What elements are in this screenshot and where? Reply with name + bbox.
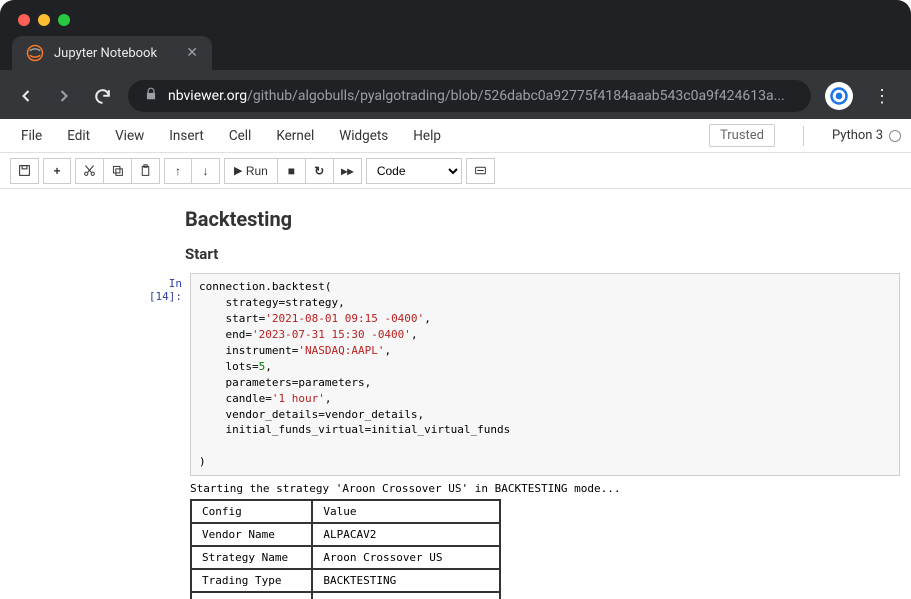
jupyter-icon xyxy=(26,44,44,62)
menu-edit[interactable]: Edit xyxy=(56,124,101,148)
code-cell[interactable]: In [14]: connection.backtest( strategy=s… xyxy=(130,273,900,476)
menu-widgets[interactable]: Widgets xyxy=(328,124,399,148)
notebook-content: Backtesting Start In [14]: connection.ba… xyxy=(0,189,911,599)
traffic-lights xyxy=(0,0,911,26)
window-minimize-button[interactable] xyxy=(38,14,50,26)
browser-menu-button[interactable]: ⋮ xyxy=(867,86,897,107)
profile-avatar[interactable] xyxy=(825,82,853,110)
run-button[interactable]: ▶ Run xyxy=(224,158,278,184)
section-heading: Backtesting xyxy=(185,207,900,231)
table-row: Trading TypeBACKTESTING xyxy=(191,569,500,592)
address-bar: nbviewer.org/github/algobulls/pyalgotrad… xyxy=(0,70,911,122)
section-subheading: Start xyxy=(185,245,900,263)
save-button[interactable] xyxy=(10,158,39,184)
nav-back-button[interactable] xyxy=(14,84,38,108)
table-row: Strategy NameAroon Crossover US xyxy=(191,546,500,569)
menu-view[interactable]: View xyxy=(104,124,155,148)
kernel-indicator-icon xyxy=(889,130,901,142)
stop-button[interactable]: ■ xyxy=(278,158,306,184)
divider xyxy=(803,126,804,146)
nav-reload-button[interactable] xyxy=(90,84,114,108)
input-prompt: In [14]: xyxy=(130,273,190,476)
move-down-button[interactable]: ↓ xyxy=(192,158,220,184)
table-row: Vendor NameALPACAV2 xyxy=(191,523,500,546)
window-maximize-button[interactable] xyxy=(58,14,70,26)
nav-forward-button[interactable] xyxy=(52,84,76,108)
window-close-button[interactable] xyxy=(18,14,30,26)
menu-cell[interactable]: Cell xyxy=(218,124,263,148)
copy-button[interactable] xyxy=(104,158,132,184)
menu-insert[interactable]: Insert xyxy=(158,124,215,148)
tab-title: Jupyter Notebook xyxy=(54,46,157,61)
menu-file[interactable]: File xyxy=(10,124,53,148)
cell-output: Starting the strategy 'Aroon Crossover U… xyxy=(190,476,900,599)
table-header-row: ConfigValue xyxy=(191,500,500,523)
kernel-name[interactable]: Python 3 xyxy=(832,128,901,143)
omnibox[interactable]: nbviewer.org/github/algobulls/pyalgotrad… xyxy=(128,80,811,112)
browser-chrome: Jupyter Notebook ✕ nbviewer.org/github/a… xyxy=(0,0,911,119)
close-icon[interactable]: ✕ xyxy=(186,45,198,61)
menu-bar: File Edit View Insert Cell Kernel Widget… xyxy=(0,119,911,153)
notebook: File Edit View Insert Cell Kernel Widget… xyxy=(0,119,911,599)
command-palette-button[interactable] xyxy=(466,158,495,184)
cell-type-select[interactable]: Code xyxy=(366,158,462,184)
trusted-indicator[interactable]: Trusted xyxy=(709,124,775,147)
lock-icon xyxy=(144,87,158,105)
menu-kernel[interactable]: Kernel xyxy=(265,124,325,148)
output-text: Starting the strategy 'Aroon Crossover U… xyxy=(190,482,900,495)
browser-tab[interactable]: Jupyter Notebook ✕ xyxy=(12,36,212,70)
paste-button[interactable] xyxy=(132,158,160,184)
toolbar: + ↑ ↓ ▶ Run ■ ↻ ▸▸ Code xyxy=(0,153,911,189)
cut-button[interactable] xyxy=(75,158,104,184)
tab-bar: Jupyter Notebook ✕ xyxy=(0,26,911,70)
insert-cell-button[interactable]: + xyxy=(43,158,71,184)
url-text: nbviewer.org/github/algobulls/pyalgotrad… xyxy=(168,88,785,104)
run-all-button[interactable]: ▸▸ xyxy=(334,158,362,184)
table-row: Instrument(s)['NASDAQ:AAPL'] xyxy=(191,592,500,599)
restart-button[interactable]: ↻ xyxy=(306,158,334,184)
move-up-button[interactable]: ↑ xyxy=(164,158,192,184)
config-table: ConfigValue Vendor NameALPACAV2 Strategy… xyxy=(190,499,501,599)
menu-help[interactable]: Help xyxy=(402,124,452,148)
code-input[interactable]: connection.backtest( strategy=strategy, … xyxy=(190,273,900,476)
